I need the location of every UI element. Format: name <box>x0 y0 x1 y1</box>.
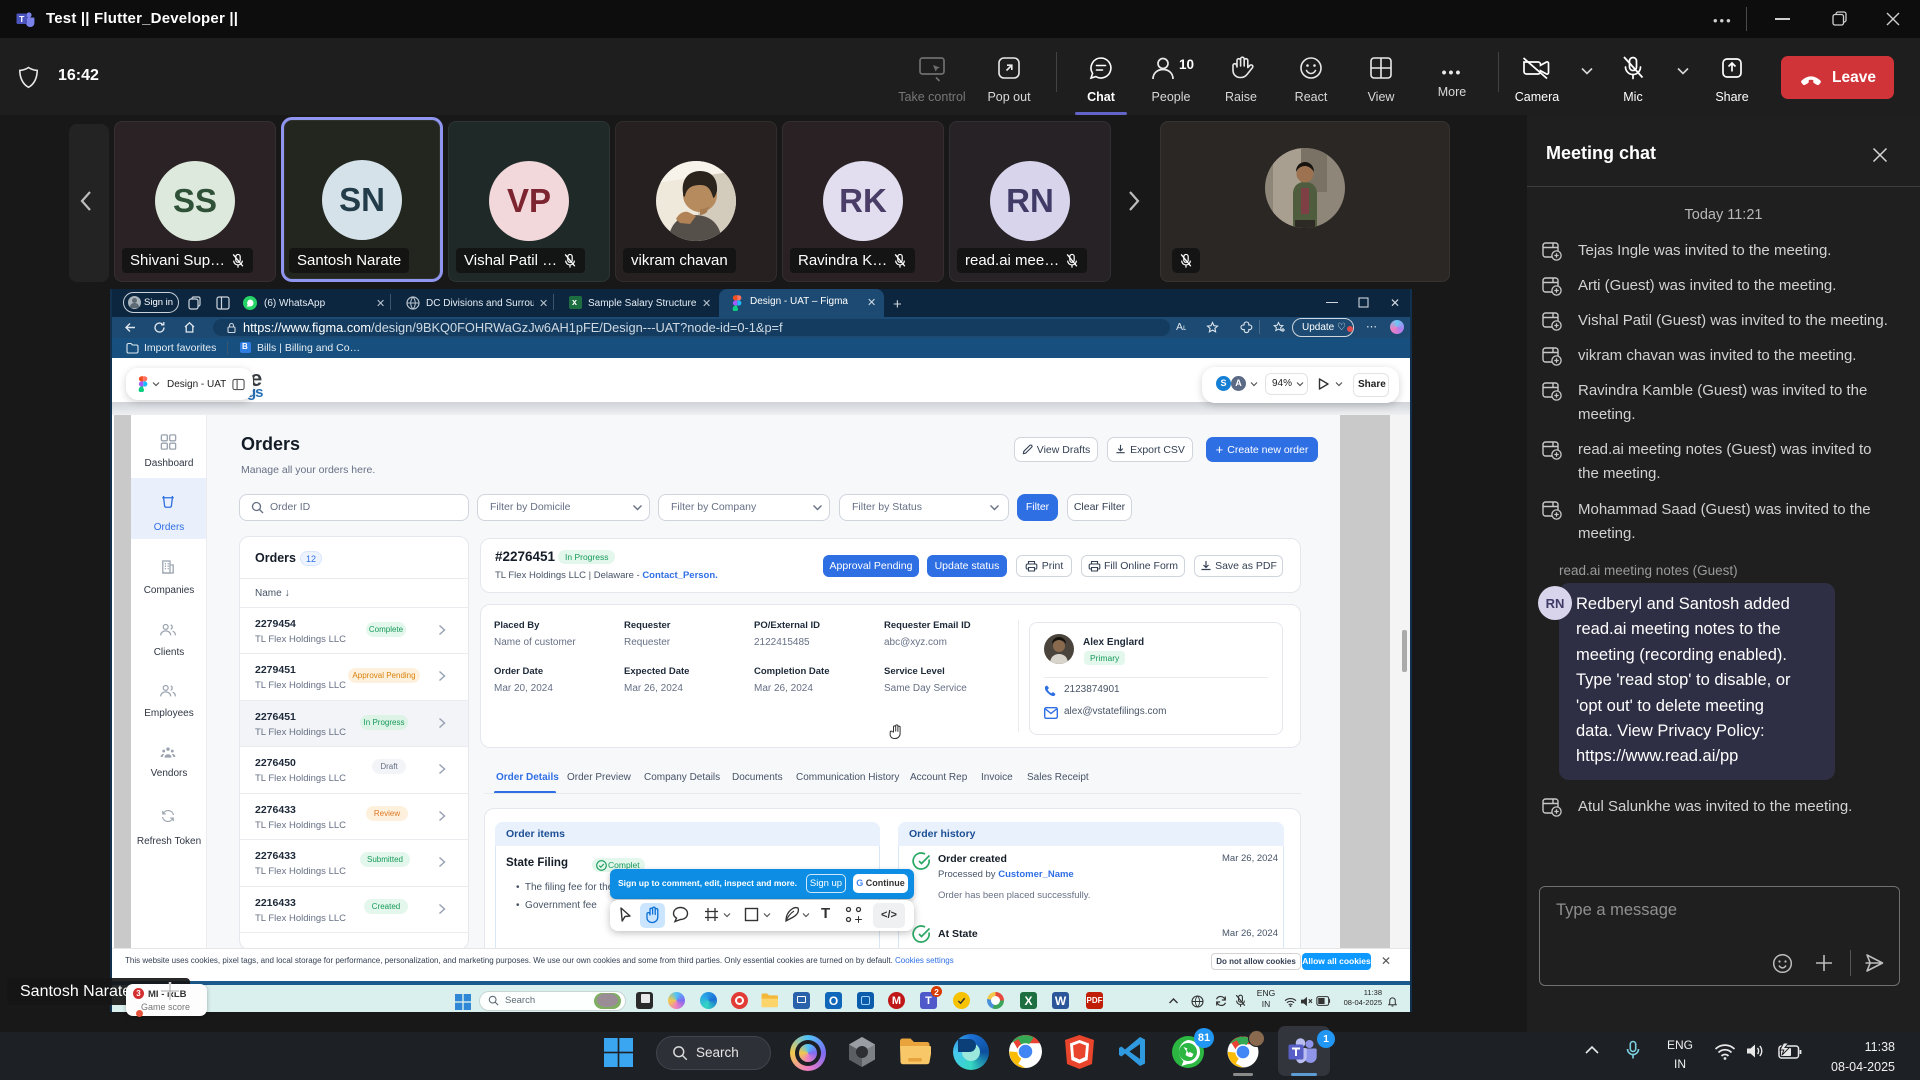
svg-text:10: 10 <box>1179 57 1194 72</box>
svg-text:T: T <box>19 14 25 24</box>
